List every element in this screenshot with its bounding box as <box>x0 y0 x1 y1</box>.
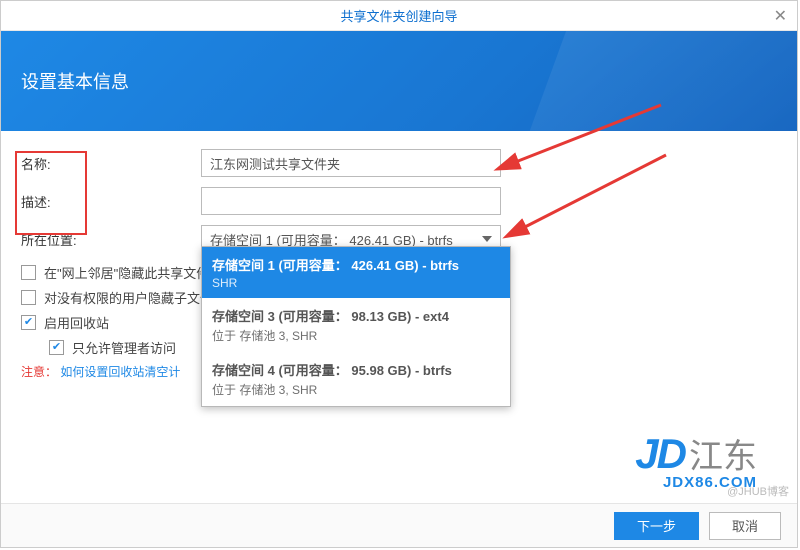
logo-cn: 江东 <box>689 429 757 478</box>
header-title: 设置基本信息 <box>21 68 129 94</box>
desc-input[interactable] <box>201 187 501 215</box>
option-sub: SHR <box>212 276 500 290</box>
logo-watermark: JD 江东 JDX86.COM <box>635 429 757 491</box>
dropdown-option[interactable]: 存储空间 4 (可用容量： 95.98 GB) - btrfs 位于 存储池 3… <box>202 352 510 406</box>
checkbox-checked-icon <box>21 315 36 330</box>
name-input[interactable] <box>201 149 501 177</box>
footer: 下一步 取消 <box>1 503 797 547</box>
cancel-button[interactable]: 取消 <box>709 512 781 540</box>
option-sub: 位于 存储池 3, SHR <box>212 327 500 344</box>
arrow-annotation-icon <box>511 151 691 256</box>
logo-jd: JD <box>635 430 685 478</box>
titlebar-text: 共享文件夹创建向导 <box>340 6 457 25</box>
checkbox-icon <box>21 290 36 305</box>
dropdown-option[interactable]: 存储空间 1 (可用容量： 426.41 GB) - btrfs SHR <box>202 247 510 298</box>
checkbox-icon <box>21 265 36 280</box>
label-desc: 描述: <box>21 192 201 211</box>
chevron-down-icon <box>482 236 492 242</box>
location-dropdown-panel: 存储空间 1 (可用容量： 426.41 GB) - btrfs SHR 存储空… <box>201 246 511 407</box>
label-location: 所在位置: <box>21 230 201 249</box>
dropdown-option[interactable]: 存储空间 3 (可用容量： 98.13 GB) - ext4 位于 存储池 3,… <box>202 298 510 352</box>
check-label: 只允许管理者访问 <box>72 338 176 357</box>
check-label: 启用回收站 <box>44 313 109 332</box>
option-main: 存储空间 3 (可用容量： 98.13 GB) - ext4 <box>212 306 500 325</box>
label-name: 名称: <box>21 154 201 173</box>
wizard-dialog: 共享文件夹创建向导 ✕ 设置基本信息 名称: 描述: 所在位置: 存储空间 1 … <box>0 0 798 548</box>
option-main: 存储空间 4 (可用容量： 95.98 GB) - btrfs <box>212 360 500 379</box>
note-link[interactable]: 如何设置回收站清空计 <box>60 365 180 379</box>
close-icon[interactable]: ✕ <box>774 6 787 26</box>
check-label: 对没有权限的用户隐藏子文件 <box>44 288 213 307</box>
titlebar: 共享文件夹创建向导 ✕ <box>1 1 797 31</box>
option-sub: 位于 存储池 3, SHR <box>212 381 500 398</box>
check-label: 在"网上邻居"隐藏此共享文件 <box>44 263 209 282</box>
option-main: 存储空间 1 (可用容量： 426.41 GB) - btrfs <box>212 255 500 274</box>
checkbox-checked-icon <box>49 340 64 355</box>
note-prefix: 注意： <box>21 365 57 379</box>
next-button[interactable]: 下一步 <box>614 512 699 540</box>
